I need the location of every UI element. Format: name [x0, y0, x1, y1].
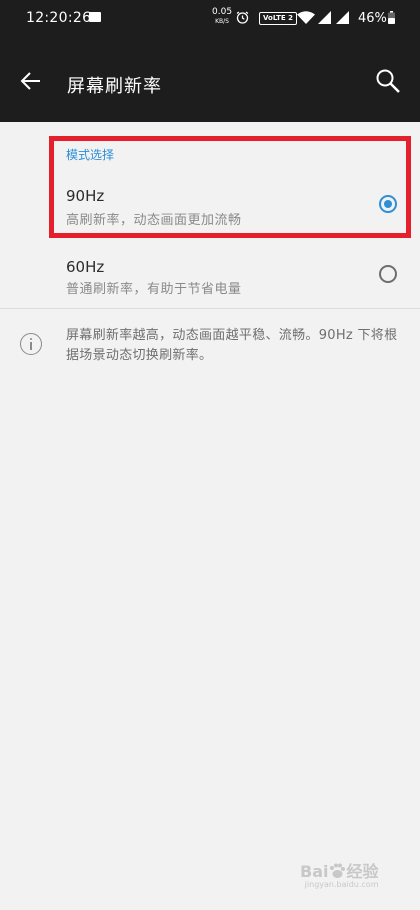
option-60hz[interactable]: 60Hz 普通刷新率，有助于节省电量	[0, 248, 420, 322]
watermark-url: jingyan.baidu.com	[304, 880, 379, 889]
radio-button-selected[interactable]	[379, 195, 397, 213]
watermark-brand: Bai	[300, 862, 329, 881]
baidu-watermark: Bai 经验 jingyan.baidu.com	[300, 858, 379, 889]
alarm-icon	[236, 11, 249, 24]
signal-icon-sim1	[318, 11, 331, 24]
watermark-brand2: 经验	[346, 862, 379, 881]
search-icon[interactable]	[375, 68, 401, 94]
divider	[0, 308, 420, 309]
battery-percent: 46%	[358, 11, 387, 26]
network-speed: 0.05 KB/S	[212, 8, 232, 26]
wifi-icon	[297, 11, 315, 24]
option-label: 90Hz	[66, 187, 105, 205]
option-label: 60Hz	[66, 258, 105, 276]
volte-badge: VoLTE 2	[259, 12, 298, 25]
app-bar: 屏幕刷新率	[0, 38, 420, 122]
page-title: 屏幕刷新率	[67, 76, 162, 97]
status-bar: 12:20:26 0.05 KB/S VoLTE 2 46%	[0, 0, 420, 38]
status-time: 12:20:26	[26, 10, 92, 26]
back-arrow-icon[interactable]	[18, 68, 44, 94]
signal-icon-sim2	[336, 11, 349, 24]
option-description: 普通刷新率，有助于节省电量	[66, 282, 242, 297]
paw-icon	[330, 863, 346, 878]
option-description: 高刷新率，动态画面更加流畅	[66, 213, 242, 228]
radio-button-unselected[interactable]	[379, 265, 397, 283]
network-speed-unit: KB/S	[215, 18, 229, 25]
section-header-mode: 模式选择	[66, 148, 115, 162]
battery-icon	[388, 11, 395, 24]
gallery-notification-icon	[89, 12, 101, 22]
info-icon	[20, 333, 42, 355]
option-90hz[interactable]: 90Hz 高刷新率，动态画面更加流畅	[0, 173, 420, 247]
info-footer-text: 屏幕刷新率越高，动态画面越平稳、流畅。90Hz 下将根据场景动态切换刷新率。	[66, 328, 398, 363]
network-speed-value: 0.05	[212, 7, 233, 17]
